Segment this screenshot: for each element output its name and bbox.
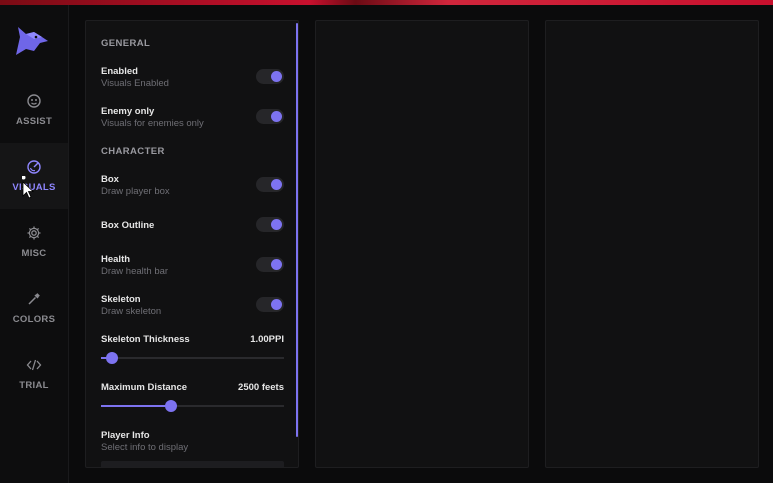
option-description: Draw player box [101, 186, 170, 197]
section-header-general: GENERAL [101, 38, 151, 49]
sidebar-item-label: COLORS [12, 314, 56, 325]
slider-value: 2500 feets [238, 382, 284, 393]
option-title: Box Outline [101, 220, 155, 231]
player-info-select[interactable] [101, 461, 284, 467]
toggle-knob [271, 259, 282, 270]
health-toggle[interactable] [256, 257, 284, 272]
slider-label: Maximum Distance [101, 382, 188, 393]
option-description: Draw health bar [101, 266, 169, 277]
option-title: Skeleton [101, 294, 141, 305]
sidebar-item-colors[interactable]: COLORS [0, 275, 68, 341]
option-title: Box [101, 174, 119, 185]
gear-icon [27, 226, 41, 240]
empty-panel-right [545, 20, 759, 468]
section-header-character: CHARACTER [101, 146, 165, 157]
skeleton-toggle[interactable] [256, 297, 284, 312]
box-toggle[interactable] [256, 177, 284, 192]
eyedropper-icon [28, 293, 40, 305]
slider-track [101, 357, 284, 359]
maximum-distance-slider[interactable] [101, 400, 284, 412]
slider-thumb[interactable] [105, 352, 118, 364]
top-accent-bar [0, 0, 773, 5]
option-title: Player Info [101, 430, 150, 441]
sidebar-item-trial[interactable]: TRIAL [0, 341, 68, 407]
slider-label: Skeleton Thickness [101, 334, 190, 345]
sidebar-item-visuals[interactable]: VISUALS [0, 143, 68, 209]
slider-fill [101, 405, 171, 407]
panel-scrollbar[interactable] [296, 23, 298, 437]
radar-icon [27, 160, 41, 174]
sidebar: ASSIST VISUALS MISC COLORS TRIAL [0, 5, 69, 483]
toggle-knob [271, 299, 282, 310]
sidebar-item-label: MISC [21, 248, 47, 259]
skeleton-thickness-slider[interactable] [101, 352, 284, 364]
slider-value: 1.00PPI [250, 334, 284, 345]
empty-panel-middle [315, 20, 529, 468]
toggle-knob [271, 71, 282, 82]
slider-thumb[interactable] [164, 400, 177, 412]
code-brackets-icon [26, 359, 42, 371]
smiley-face-icon [27, 94, 41, 108]
option-title: Health [101, 254, 131, 265]
option-title: Enemy only [101, 106, 155, 117]
option-description: Visuals for enemies only [101, 118, 204, 129]
sidebar-item-misc[interactable]: MISC [0, 209, 68, 275]
option-description: Draw skeleton [101, 306, 162, 317]
visuals-settings-panel: GENERAL Enabled Visuals Enabled Enemy on… [85, 20, 299, 468]
option-description: Select info to display [101, 442, 189, 453]
sidebar-item-assist[interactable]: ASSIST [0, 77, 68, 143]
enemy-only-toggle[interactable] [256, 109, 284, 124]
sidebar-item-label: ASSIST [15, 116, 53, 127]
sidebar-item-label: TRIAL [19, 380, 49, 391]
toggle-knob [271, 179, 282, 190]
option-description: Visuals Enabled [101, 78, 169, 89]
box-outline-toggle[interactable] [256, 217, 284, 232]
toggle-knob [271, 219, 282, 230]
enabled-toggle[interactable] [256, 69, 284, 84]
option-title: Enabled [101, 66, 138, 77]
sidebar-item-label: VISUALS [12, 182, 56, 193]
wolf-logo-icon [16, 27, 48, 55]
toggle-knob [271, 111, 282, 122]
